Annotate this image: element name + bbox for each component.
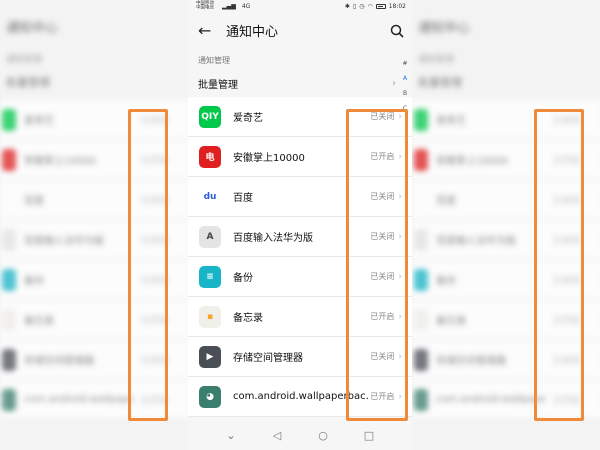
clock: 18:02 [388, 2, 406, 10]
china-telecom-icon: 电 [199, 145, 221, 168]
carrier-names: 中国移动 中国电信 [196, 1, 215, 11]
triangle-back-icon[interactable]: ◁ [267, 429, 287, 442]
bluetooth-icon: ✱ [344, 2, 350, 10]
china-telecom-icon [414, 148, 428, 171]
chevron-right-icon: › [392, 77, 396, 89]
network-type: 4G [241, 2, 251, 10]
title-bar: ← 通知中心 [188, 12, 412, 49]
ghost-app-name: 安徽掌上10000 [24, 156, 96, 167]
keyboard-a-icon [414, 228, 428, 251]
ghost-app-name: 存储空间管理器 [436, 356, 506, 367]
backup-icon: ≡ [199, 265, 221, 288]
ghost-app-name: 备份 [436, 276, 456, 287]
ghost-app-name: 百度 [436, 196, 456, 207]
system-nav-bar: ⌄ ◁ ○ □ [188, 420, 412, 450]
ghost-title: 通知中心 [6, 20, 59, 36]
highlight-box-left [128, 109, 168, 421]
batch-manage-item[interactable]: 批量管理 › [188, 69, 412, 97]
iqiyi-icon [414, 108, 428, 131]
chevron-down-icon[interactable]: ⌄ [221, 429, 241, 442]
baidu-paw-icon [414, 188, 428, 211]
ghost-app-name: 安徽掌上10000 [436, 156, 508, 167]
batch-manage-label: 批量管理 [198, 79, 238, 91]
memo-icon [414, 308, 428, 331]
arrow-left-icon[interactable]: ← [198, 21, 222, 40]
android-icon [414, 388, 428, 411]
ghost-app-name: 百度输入法华为版 [436, 236, 516, 247]
ghost-app-name: 百度输入法华为版 [24, 236, 104, 247]
keyboard-a-icon [2, 228, 16, 251]
ghost-batch: 批量管理 [418, 76, 462, 89]
memo-icon: ▪ [199, 305, 221, 328]
baidu-paw-icon: du [199, 185, 221, 208]
storage-manager-icon: ▶ [199, 345, 221, 368]
highlight-box-center [346, 109, 408, 421]
page-title: 通知中心 [226, 25, 279, 40]
vibrate-icon: ▯ [352, 2, 357, 10]
ghost-app-name: 百度 [24, 196, 44, 207]
alarm-icon: ◷ [359, 2, 365, 10]
highlight-box-right [534, 109, 584, 421]
baidu-paw-icon [2, 188, 16, 211]
android-icon: ◕ [199, 385, 221, 408]
ghost-app-name: 爱奇艺 [436, 116, 466, 127]
android-icon [2, 388, 16, 411]
ghost-batch: 批量管理 [6, 76, 50, 89]
wifi-icon: ◠ [367, 2, 373, 10]
status-bar: 中国移动 中国电信 ▂▄▆ 4G ✱ ▯ ◷ ◠ 18:02 [188, 0, 412, 12]
china-telecom-icon [2, 148, 16, 171]
ghost-section-label: 通知管理 [6, 55, 43, 65]
search-icon[interactable] [390, 24, 404, 38]
storage-manager-icon [414, 348, 428, 371]
ghost-app-name: 爱奇艺 [24, 116, 54, 127]
section-label: 通知管理 [198, 56, 230, 65]
ghost-app-name: 存储空间管理器 [24, 356, 94, 367]
ghost-app-name: 备忘录 [24, 316, 54, 327]
ghost-app-name: com.android.wallpaperbac… [24, 394, 133, 405]
signal-icon: ▂▄▆ [222, 2, 236, 10]
carrier-2: 中国电信 [196, 5, 215, 11]
square-recent-icon[interactable]: □ [359, 429, 379, 442]
keyboard-a-icon: A [199, 225, 221, 248]
backup-icon [414, 268, 428, 291]
ghost-app-name: 备份 [24, 276, 44, 287]
ghost-app-name: 备忘录 [436, 316, 466, 327]
index-letter[interactable]: # [401, 56, 409, 71]
ghost-title: 通知中心 [418, 20, 471, 36]
iqiyi-icon: QIY [199, 105, 221, 128]
index-letter[interactable]: A [401, 71, 409, 86]
memo-icon [2, 308, 16, 331]
battery-icon [375, 3, 386, 9]
circle-home-icon[interactable]: ○ [313, 429, 333, 442]
storage-manager-icon [2, 348, 16, 371]
backup-icon [2, 268, 16, 291]
screenshot-stage: 通知中心 通知管理 批量管理 爱奇艺 已关闭 安徽掌上10000 已开启 百度 已关闭 百度… [0, 0, 600, 450]
ghost-app-name: com.android.wallpaperbac… [436, 394, 545, 405]
index-letter[interactable]: B [401, 86, 409, 101]
alphabet-index[interactable]: # A B C [401, 56, 409, 116]
iqiyi-icon [2, 108, 16, 131]
ghost-section-label: 通知管理 [418, 55, 455, 65]
